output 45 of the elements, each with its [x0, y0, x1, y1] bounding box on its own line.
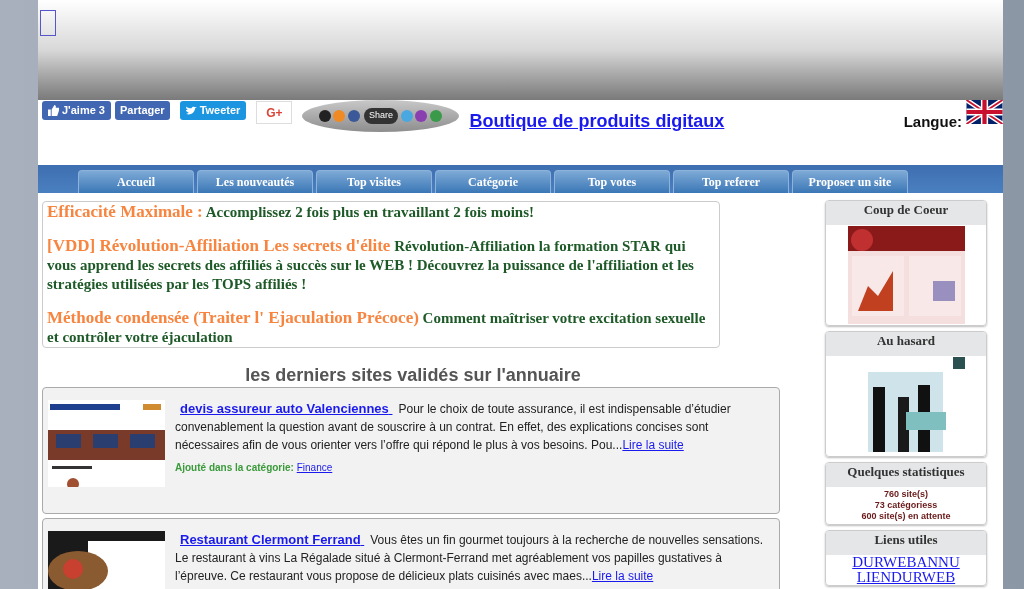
google-plus-button[interactable]: G+: [256, 101, 293, 124]
uk-flag-icon[interactable]: [966, 100, 1003, 124]
ad-text: Méthode condensée (Traiter l' Ejaculation Précoce) Comment maîtriser votre excitation sexuelle et contrôler votre éjaculation: [47, 308, 707, 347]
listing-title-link[interactable]: devis assureur auto Valenciennes: [180, 401, 393, 416]
ad-link[interactable]: Méthode condensée (Traiter l' Ejaculation Précoce): [47, 308, 419, 327]
panel-title: Liens utiles: [874, 532, 938, 547]
panel-title: Au hasard: [876, 333, 936, 348]
social-icons-drawing: [317, 109, 362, 123]
stat-text: 600 site(s) en attente: [861, 511, 951, 522]
ad-text: Efficacité Maximale : Accomplissez 2 fois plus en travaillant 2 fois moins!: [47, 202, 536, 222]
panel-title: Coup de Coeur: [863, 202, 949, 217]
like-button[interactable]: J'aime 3: [42, 101, 111, 120]
nav-tab[interactable]: Catégorie: [435, 170, 551, 193]
read-more-link[interactable]: Lire la suite: [591, 569, 654, 583]
share-button[interactable]: Partager: [115, 101, 170, 120]
nav-tab[interactable]: Proposer un site: [792, 170, 908, 193]
panel-title: Quelques statistiques: [847, 464, 965, 479]
thumbs-up-icon: [48, 105, 59, 116]
listing-title-link[interactable]: Restaurant Clermont Ferrand: [180, 532, 365, 547]
nav-tab[interactable]: Top visites: [316, 170, 432, 193]
listing-description: devis assureur auto Valenciennes Pour le choix de toute assurance, il est indispensable d’étudier convenablement la question avant de souscrire à un contrat. En effet, des explications concises sont nécessaires afin de vous orienter vers l’offre qui répond le plus à vos besoins. Pou...Lire la suite: [175, 400, 732, 454]
share-widget[interactable]: Share: [302, 100, 460, 132]
section-title: les derniers sites validés sur l'annuaire: [244, 364, 582, 386]
nav-tab[interactable]: Les nouveautés: [197, 170, 313, 193]
category-link[interactable]: Finance: [296, 462, 333, 473]
shop-link[interactable]: Boutique de produits digitaux: [469, 108, 725, 135]
read-more-link[interactable]: Lire la suite: [622, 438, 684, 452]
language-label: Langue:: [903, 112, 962, 132]
ad-link[interactable]: Efficacité Maximale :: [47, 202, 203, 221]
nav-tab[interactable]: Top referer: [673, 170, 789, 193]
listing-description: Restaurant Clermont Ferrand Vous êtes un fin gourmet toujours à la recherche de nouvelles sensations. Le restaurant à vins La Régalade situé à Clermont-Ferrand met agréablement vos papilles gustatives à l’épreuve. Ce restaurant vous propose de délicieux plats cuisinés avec maes...Lire la suite: [175, 531, 765, 585]
useful-link[interactable]: LIENDURWEB: [856, 570, 956, 585]
broken-image-icon: [40, 10, 56, 36]
tweet-button[interactable]: Tweeter: [179, 101, 247, 120]
nav-tab[interactable]: Top votes: [554, 170, 670, 193]
share-label: Share: [363, 108, 398, 124]
stat-text: 760 site(s): [884, 489, 928, 500]
bird-icon: [185, 105, 197, 116]
nav-tab[interactable]: Accueil: [78, 170, 194, 193]
ad-link[interactable]: [VDD] Révolution-Affiliation Les secrets d'élite: [47, 236, 391, 255]
ad-text: [VDD] Révolution-Affiliation Les secrets d'élite Révolution-Affiliation la formation STAR qui vous apprend les secrets des affiliés à succès sur le WEB ! Découvrez la puissance de l'affiliation et les stratégies utilisées par les TOPS affiliés !: [47, 236, 695, 294]
useful-link[interactable]: DURWEBANNU: [852, 555, 960, 570]
category-text: Ajouté dans la catégorie: Finance: [175, 461, 334, 475]
social-icons-drawing: [399, 109, 444, 123]
stat-text: 73 catégoriess: [874, 500, 938, 511]
